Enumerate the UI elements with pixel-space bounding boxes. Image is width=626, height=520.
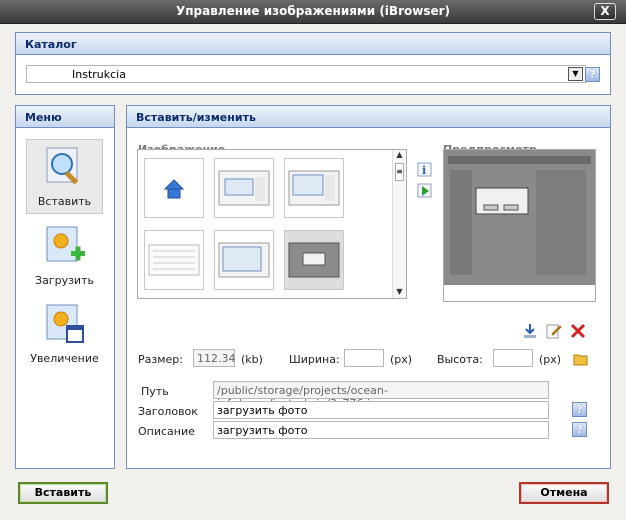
insert-edit-header: Вставить/изменить [127, 106, 610, 128]
menu-item-upload[interactable]: Загрузить [26, 224, 103, 294]
window-titlebar: Управление изображениями (iBrowser) X [0, 0, 626, 24]
chevron-down-icon[interactable]: ▼ [568, 67, 583, 81]
menu-item-insert[interactable]: Вставить [26, 139, 103, 214]
title-help-icon[interactable]: ? [572, 402, 587, 417]
menu-panel: Меню Вставить Загрузить Увеличение [15, 105, 115, 469]
download-icon[interactable] [522, 323, 538, 339]
image-thumbnail-list[interactable]: ▲ ≡ ▼ [137, 149, 407, 299]
size-value: 112.34 [193, 349, 236, 367]
upload-image-icon [43, 224, 87, 268]
catalog-help-icon[interactable]: ? [585, 67, 600, 82]
menu-item-zoom-label: Увеличение [30, 352, 99, 365]
image-preview [443, 149, 596, 302]
catalog-panel: Каталог Instrukcia ▼ ? [15, 32, 611, 95]
size-label: Размер: [138, 353, 183, 366]
menu-item-zoom[interactable]: Увеличение [26, 302, 103, 372]
insert-edit-panel: Вставить/изменить Изображение Предпросмо… [126, 105, 611, 469]
width-input[interactable] [344, 349, 384, 367]
insert-image-icon [43, 145, 87, 189]
image-thumbnail-selected[interactable] [284, 230, 344, 290]
height-unit: (px) [539, 353, 562, 366]
thumbnail-scrollbar[interactable]: ▲ ≡ ▼ [392, 150, 406, 298]
size-unit: (kb) [241, 353, 263, 366]
scroll-thumb[interactable]: ≡ [395, 163, 404, 181]
catalog-header: Каталог [16, 33, 610, 55]
window-title: Управление изображениями (iBrowser) [175, 4, 450, 18]
image-thumbnail[interactable] [144, 230, 204, 290]
description-label: Описание [138, 425, 195, 438]
scroll-down-icon[interactable]: ▼ [393, 287, 406, 296]
edit-icon[interactable] [546, 323, 562, 339]
cancel-button[interactable]: Отмена [519, 482, 609, 504]
home-folder-icon [163, 179, 185, 199]
width-unit: (px) [390, 353, 413, 366]
close-button[interactable]: X [594, 3, 616, 20]
image-thumbnail[interactable] [284, 158, 344, 218]
height-label: Высота: [437, 353, 483, 366]
delete-icon[interactable] [570, 323, 586, 339]
folder-up-thumbnail[interactable] [144, 158, 204, 218]
width-label: Ширина: [289, 353, 340, 366]
menu-header: Меню [16, 106, 114, 128]
play-icon[interactable] [417, 183, 433, 199]
description-help-icon[interactable]: ? [572, 422, 587, 437]
image-thumbnail[interactable] [214, 230, 274, 290]
title-label: Заголовок [138, 405, 198, 418]
path-label: Путь [141, 385, 169, 398]
insert-button[interactable]: Вставить [18, 482, 108, 504]
folder-icon[interactable] [573, 351, 589, 367]
height-input[interactable] [493, 349, 533, 367]
menu-item-insert-label: Вставить [37, 195, 92, 208]
image-thumbnail[interactable] [214, 158, 274, 218]
svg-text:i: i [422, 164, 426, 177]
path-value: /public/storage/projects/ocean-info/page… [213, 381, 549, 410]
title-input[interactable]: загрузить фото [213, 401, 549, 419]
scroll-up-icon[interactable]: ▲ [393, 150, 406, 159]
catalog-select[interactable]: Instrukcia ▼ [26, 65, 586, 83]
zoom-image-icon [43, 302, 87, 346]
description-input[interactable]: загрузить фото [213, 421, 549, 439]
catalog-selected-value: Instrukcia [72, 68, 126, 81]
info-icon[interactable]: i [417, 162, 433, 178]
menu-item-upload-label: Загрузить [35, 274, 94, 287]
